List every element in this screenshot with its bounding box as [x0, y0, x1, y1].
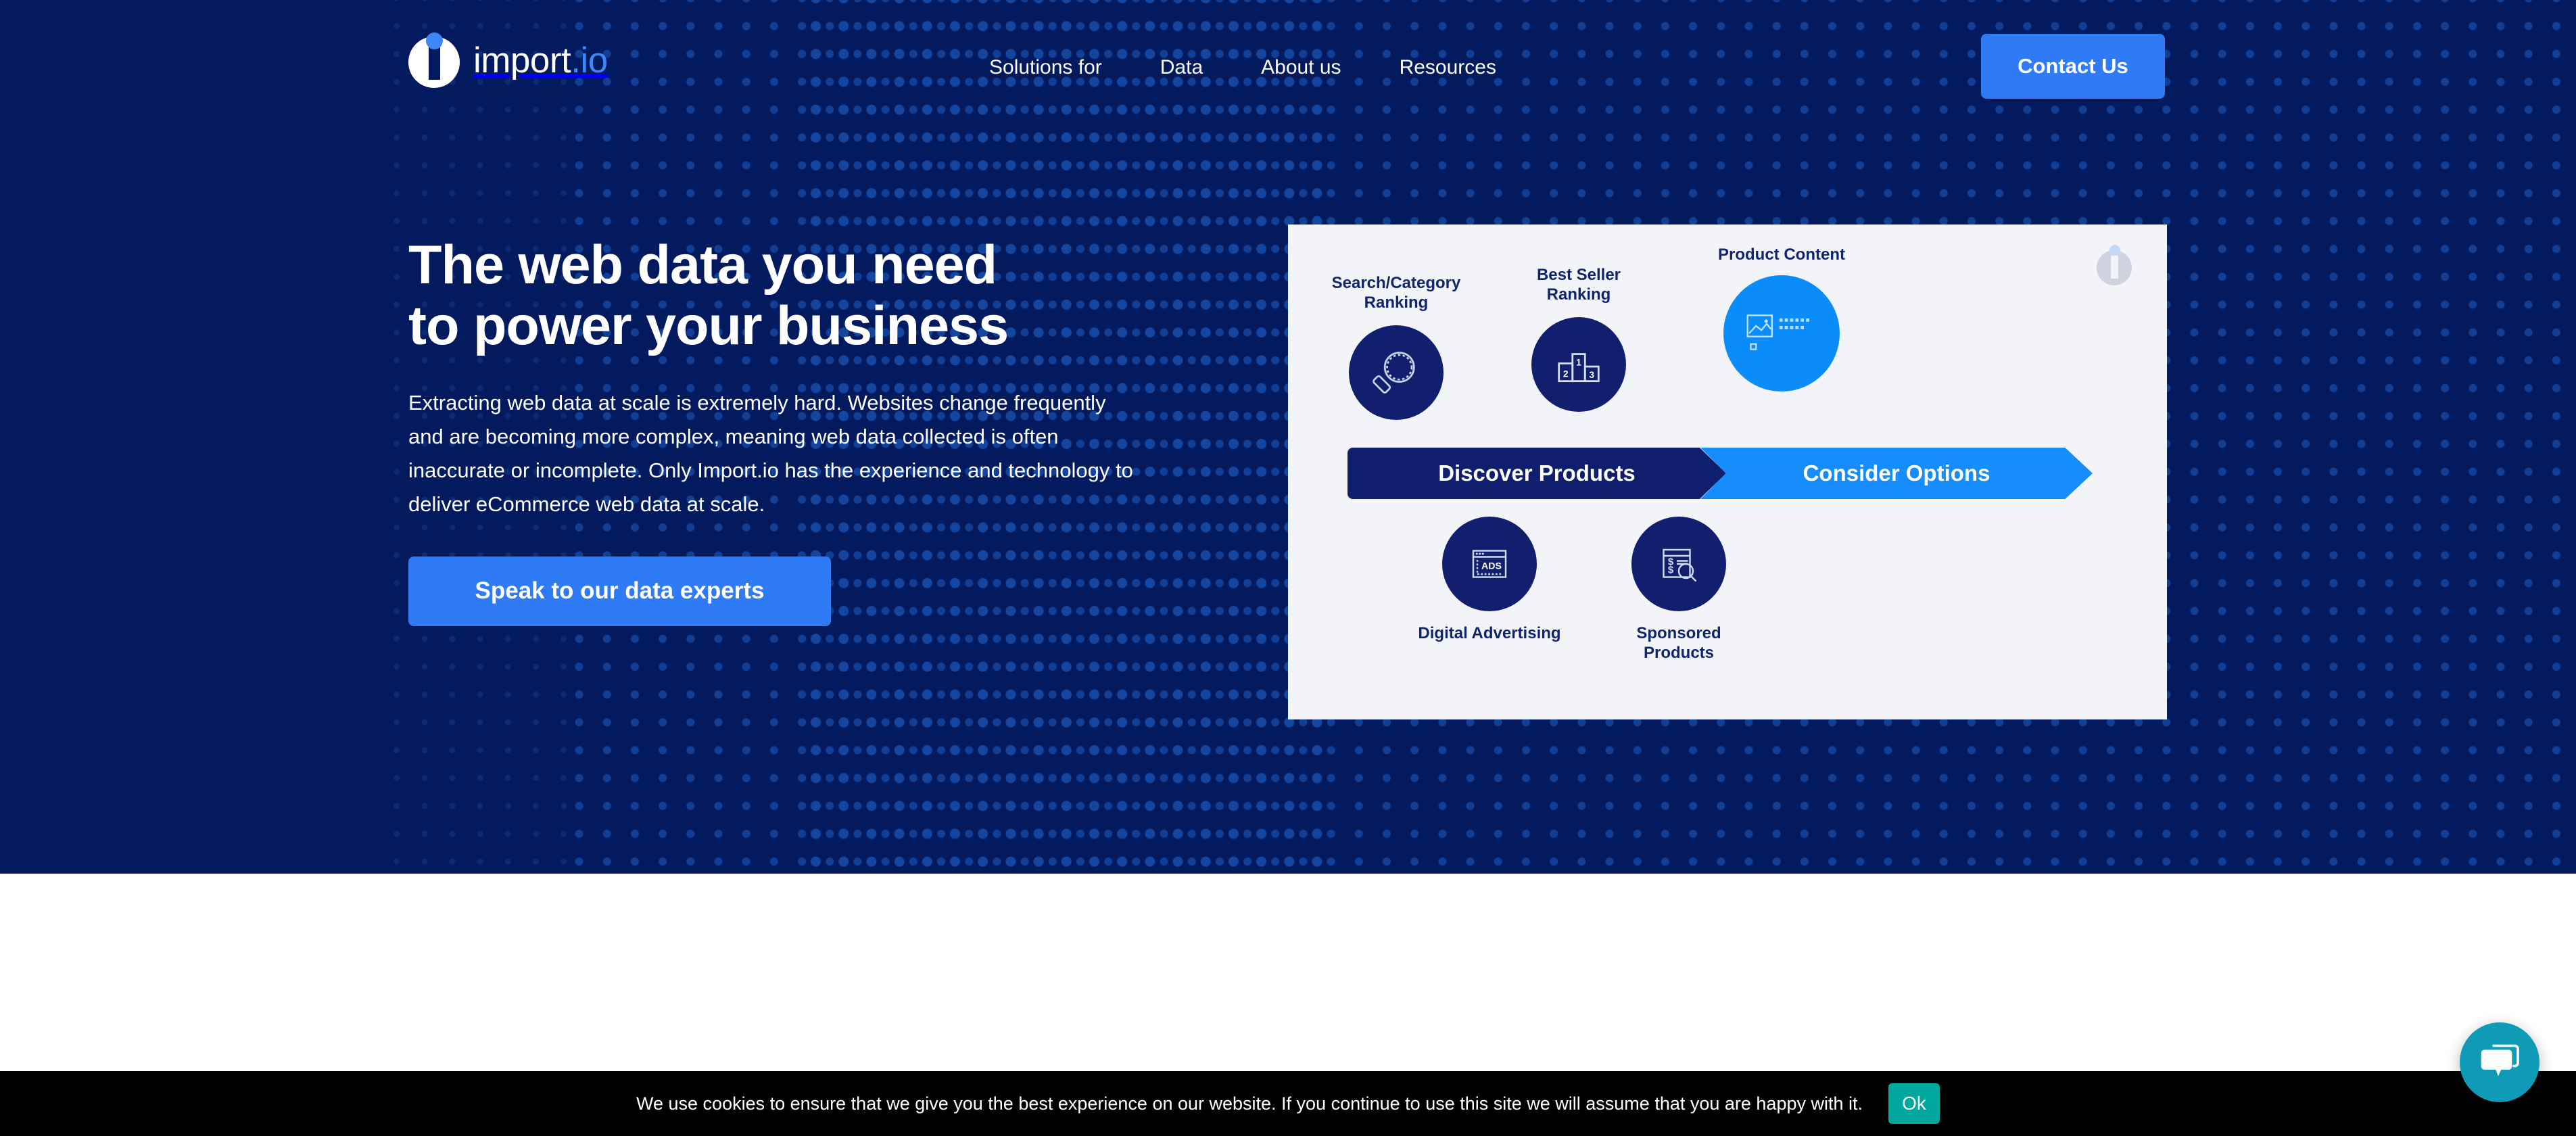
chat-bubble-icon — [2479, 1042, 2520, 1083]
cookie-consent-banner: We use cookies to ensure that we give yo… — [0, 1071, 2576, 1136]
diagram-node-best-seller-ranking: Best Seller Ranking 1 2 3 — [1504, 265, 1653, 412]
logo-wordmark-tld: .io — [571, 40, 608, 80]
logo-wordmark-main: import — [473, 40, 571, 80]
diagram-stage-row: Discover Products Consider Options — [1347, 448, 2093, 499]
invoice-search-icon: $ $ — [1631, 517, 1726, 611]
diagram-stage-label: Discover Products — [1438, 460, 1636, 486]
diagram-node-digital-advertising: ADS Digital Advertising — [1411, 517, 1568, 643]
chat-widget-button[interactable] — [2460, 1022, 2539, 1102]
svg-text:ADS: ADS — [1481, 561, 1502, 572]
nav-item-data[interactable]: Data — [1131, 53, 1232, 82]
nav-item-resources[interactable]: Resources — [1370, 53, 1525, 82]
hero-section: import.io Solutions for Data About us Re… — [0, 0, 2576, 874]
diagram-node-label: Search/Category Ranking — [1331, 274, 1461, 312]
diagram-node-sponsored-products: $ $ Sponsored Products — [1600, 517, 1757, 663]
svg-text:2: 2 — [1563, 368, 1569, 379]
nav-item-about-us[interactable]: About us — [1232, 53, 1370, 82]
diagram-node-label: Best Seller Ranking — [1536, 266, 1621, 304]
image-placeholder-icon — [1723, 275, 1840, 392]
main-navigation: Solutions for Data About us Resources — [960, 53, 1525, 82]
diagram-node-label: Digital Advertising — [1418, 624, 1561, 642]
headline-line-1: The web data you need — [408, 235, 997, 295]
site-header: import.io Solutions for Data About us Re… — [0, 0, 2576, 135]
logo-link[interactable]: import.io — [408, 32, 608, 88]
svg-text:1: 1 — [1576, 356, 1581, 367]
diagram-stage-consider-options: Consider Options — [1700, 448, 2093, 499]
page-root: import.io Solutions for Data About us Re… — [0, 0, 2576, 1136]
cookie-banner-message: We use cookies to ensure that we give yo… — [636, 1093, 1863, 1114]
page-title: The web data you need to power your busi… — [408, 235, 1166, 357]
svg-text:3: 3 — [1589, 369, 1594, 380]
diagram-node-product-content: Product Content — [1684, 245, 1880, 392]
nav-item-solutions-for[interactable]: Solutions for — [960, 53, 1131, 82]
import-io-watermark-icon — [2097, 245, 2134, 285]
hero-copy: The web data you need to power your busi… — [408, 235, 1166, 626]
magnifier-icon — [1349, 325, 1444, 420]
cookie-accept-button[interactable]: Ok — [1888, 1083, 1940, 1124]
diagram-node-search-category-ranking: Search/Category Ranking — [1322, 273, 1471, 420]
ads-browser-icon: ADS — [1442, 517, 1537, 611]
diagram-node-label: Sponsored Products — [1636, 624, 1721, 663]
diagram-stage-discover-products: Discover Products — [1347, 448, 1726, 499]
svg-text:$: $ — [1668, 565, 1674, 576]
hero-diagram-panel: Search/Category Ranking Best Seller Rank… — [1288, 224, 2167, 719]
hero-paragraph: Extracting web data at scale is extremel… — [408, 390, 1133, 517]
contact-us-button[interactable]: Contact Us — [1981, 34, 2165, 99]
headline-line-2: to power your business — [408, 295, 1009, 356]
speak-to-data-experts-button[interactable]: Speak to our data experts — [408, 556, 831, 626]
logo-wordmark: import.io — [473, 40, 608, 81]
podium-ranking-icon: 1 2 3 — [1531, 316, 1626, 412]
diagram-node-label: Product Content — [1718, 245, 1845, 264]
import-io-logo-icon — [408, 32, 460, 88]
diagram-stage-label: Consider Options — [1803, 460, 1990, 486]
